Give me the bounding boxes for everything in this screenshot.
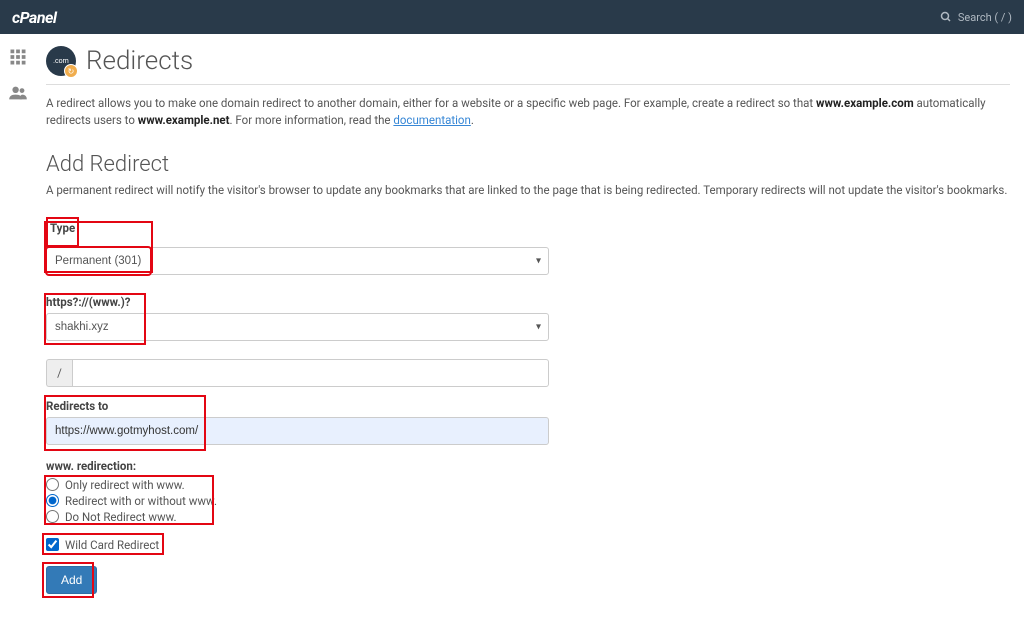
add-redirect-title: Add Redirect	[46, 152, 1010, 177]
apps-grid-icon[interactable]	[9, 48, 27, 71]
wildcard-checkbox-input[interactable]	[46, 538, 59, 551]
search-area[interactable]: Search ( / )	[940, 11, 1012, 24]
redirects-to-group: Redirects to	[46, 399, 1010, 445]
wildcard-group: Wild Card Redirect	[46, 537, 1010, 555]
divider	[46, 84, 1010, 85]
wildcard-check[interactable]: Wild Card Redirect	[46, 537, 159, 553]
www-radio-only[interactable]: Only redirect with www.	[46, 477, 1010, 493]
domain-select[interactable]: shakhi.xyz	[46, 313, 549, 341]
redirects-to-input[interactable]	[46, 417, 549, 445]
sidebar	[0, 34, 36, 626]
www-redirection-group: www. redirection: Only redirect with www…	[46, 459, 1010, 525]
documentation-link[interactable]: documentation	[393, 113, 470, 127]
www-radio-none-input[interactable]	[46, 510, 59, 523]
path-field-group: /	[46, 359, 1010, 387]
path-prefix: /	[46, 359, 72, 387]
type-label: Type	[50, 221, 75, 235]
domain-label: https?://(www.)?	[46, 295, 1010, 309]
redirects-to-label: Redirects to	[46, 399, 1010, 413]
type-select[interactable]	[46, 247, 151, 275]
www-radio-both-input[interactable]	[46, 494, 59, 507]
www-radio-only-input[interactable]	[46, 478, 59, 491]
page-title: Redirects	[86, 46, 193, 76]
cpanel-logo[interactable]: cPanel	[12, 8, 57, 27]
search-placeholder: Search ( / )	[958, 11, 1012, 24]
redirects-icon: .com ↻	[46, 46, 76, 76]
www-redirection-label: www. redirection:	[46, 459, 1010, 473]
intro-text: A redirect allows you to make one domain…	[46, 95, 1010, 130]
content: .com ↻ Redirects A redirect allows you t…	[36, 34, 1024, 626]
users-icon[interactable]	[8, 85, 28, 106]
add-button-group: Add	[46, 566, 1010, 594]
search-icon	[940, 11, 952, 23]
topbar: cPanel Search ( / )	[0, 0, 1024, 34]
page-header: .com ↻ Redirects	[46, 46, 1010, 76]
www-radio-both[interactable]: Redirect with or without www.	[46, 493, 1010, 509]
add-button[interactable]: Add	[46, 566, 97, 594]
www-radio-none[interactable]: Do Not Redirect www.	[46, 509, 1010, 525]
domain-field-group: https?://(www.)? shakhi.xyz	[46, 295, 1010, 341]
path-input[interactable]	[72, 359, 549, 387]
main-layout: .com ↻ Redirects A redirect allows you t…	[0, 34, 1024, 626]
add-redirect-desc: A permanent redirect will notify the vis…	[46, 183, 1010, 197]
redirect-badge-icon: ↻	[64, 64, 78, 78]
